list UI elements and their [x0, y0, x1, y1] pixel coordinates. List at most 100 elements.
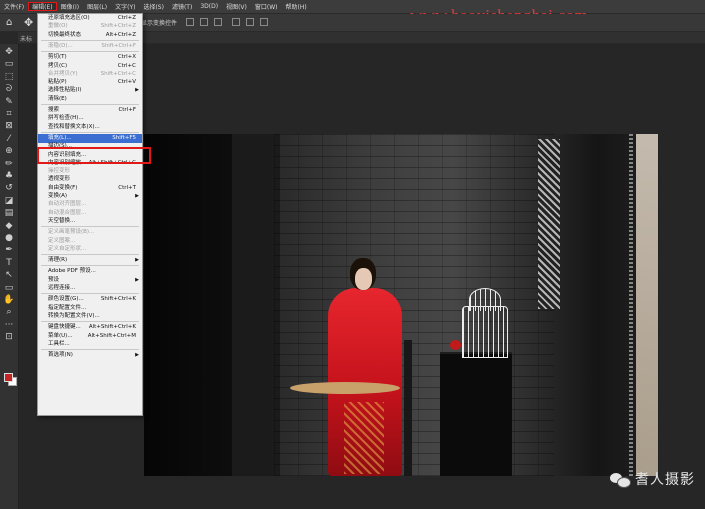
- menu-item-label: 清除(E): [48, 95, 67, 102]
- menu-separator: [41, 349, 139, 351]
- align-bottom-icon[interactable]: [214, 18, 222, 26]
- align-top-icon[interactable]: [186, 18, 194, 26]
- watermark-text: 耆人摄影: [635, 472, 695, 488]
- gradient-tool-icon[interactable]: ▤: [3, 208, 15, 218]
- blur-tool-icon[interactable]: ◆: [3, 221, 15, 231]
- frame-tool-icon[interactable]: ⊠: [3, 121, 15, 131]
- menu-item-label: 切换最终状态: [48, 31, 82, 38]
- menu-item-label: 首选项(N): [48, 352, 73, 359]
- wechat-icon: [610, 471, 631, 488]
- edit-menu-item[interactable]: 天空替换...: [38, 217, 142, 226]
- menu-item-label: 渐隐(D)...: [48, 42, 73, 49]
- menu-6[interactable]: 滤镜(T): [168, 2, 196, 11]
- tools-panel: ✥ ▭ ⬚ ᘐ ✎ ⌗ ⊠ ⁄ ⊕ ✏ ♣ ↺ ◪ ▤ ◆ ● ✒ T ↖ ▭ ✋ ⌕ ··· ⊡: [0, 44, 19, 509]
- menu-9[interactable]: 窗口(W): [251, 2, 282, 11]
- photo-chair: [404, 340, 412, 476]
- edit-menu-item[interactable]: 查找和替换文本(X)...: [38, 123, 142, 132]
- rectangle-tool-icon[interactable]: ▭: [3, 283, 15, 293]
- menu-separator: [41, 265, 139, 267]
- photo-bright-window: [636, 134, 658, 476]
- menu-1[interactable]: 编辑(E): [28, 2, 57, 11]
- folding-fan: [290, 382, 400, 394]
- clone-stamp-tool-icon[interactable]: ♣: [3, 171, 15, 181]
- edit-menu-item[interactable]: 工具栏...: [38, 340, 142, 349]
- menu-item-label: 定义自定形状...: [48, 245, 87, 252]
- lasso-tool-icon[interactable]: ᘐ: [3, 84, 15, 94]
- menu-separator: [41, 51, 139, 53]
- menu-item-shortcut: Shift+Ctrl+F: [101, 42, 136, 49]
- menu-item-label: 远程连接...: [48, 285, 76, 291]
- document-photo[interactable]: [144, 134, 659, 476]
- photo-apple: [450, 340, 461, 350]
- photo-pillar: [232, 134, 280, 476]
- move-tool-icon[interactable]: ✥: [24, 16, 33, 29]
- highlight-annotation-box: [37, 147, 151, 164]
- show-transform-controls-label[interactable]: 显示变换控件: [141, 18, 177, 27]
- menu-separator: [41, 254, 139, 256]
- edit-menu-item[interactable]: 清理(R) ▶: [38, 256, 142, 265]
- menu-item-label: 天空替换...: [48, 217, 76, 224]
- edit-menu-item[interactable]: 清除(E): [38, 95, 142, 104]
- align-middle-icon[interactable]: [200, 18, 208, 26]
- dress-pattern: [344, 402, 384, 474]
- menu-item-label: 清理(R): [48, 257, 68, 264]
- menu-4[interactable]: 文字(Y): [111, 2, 139, 11]
- menu-10[interactable]: 帮助(H): [282, 2, 311, 11]
- edit-menu-item: 定义自定形状...: [38, 245, 142, 254]
- edit-menu-item[interactable]: 转换为配置文件(V)...: [38, 312, 142, 321]
- pen-tool-icon[interactable]: ✒: [3, 245, 15, 255]
- move-tool-icon[interactable]: ✥: [3, 47, 15, 57]
- wechat-watermark: 耆人摄影: [610, 469, 695, 489]
- menu-separator: [41, 321, 139, 323]
- photo-side-table: [440, 352, 512, 476]
- more-tools-icon[interactable]: ···: [3, 320, 15, 330]
- eyedropper-tool-icon[interactable]: ⁄: [3, 134, 15, 144]
- brush-tool-icon[interactable]: ✏: [3, 159, 15, 169]
- quick-select-tool-icon[interactable]: ✎: [3, 97, 15, 107]
- eraser-tool-icon[interactable]: ◪: [3, 196, 15, 206]
- home-icon[interactable]: ⌂: [6, 17, 12, 28]
- distribute-icon[interactable]: [232, 18, 240, 26]
- menu-item-label: 工具栏...: [48, 340, 70, 347]
- dodge-tool-icon[interactable]: ●: [3, 233, 15, 243]
- menu-item-shortcut: Alt+Ctrl+Z: [105, 31, 136, 38]
- selection-marquee-edge: [629, 134, 633, 476]
- submenu-arrow-icon: ▶: [135, 257, 139, 264]
- path-select-tool-icon[interactable]: ↖: [3, 270, 15, 280]
- face: [355, 268, 372, 290]
- menu-item-label: 转换为配置文件(V)...: [48, 312, 100, 319]
- menu-separator: [41, 293, 139, 295]
- zoom-tool-icon[interactable]: ⌕: [3, 307, 15, 317]
- crop-tool-icon[interactable]: ⌗: [3, 109, 15, 119]
- menu-separator: [41, 226, 139, 228]
- marquee-tool-icon[interactable]: ⬚: [3, 72, 15, 82]
- menu-3[interactable]: 图层(L): [83, 2, 111, 11]
- type-tool-icon[interactable]: T: [3, 258, 15, 268]
- photo-birdcage: [462, 284, 508, 358]
- edit-menu-item: 渐隐(D)... Shift+Ctrl+F: [38, 42, 142, 51]
- distribute-v-icon[interactable]: [260, 18, 268, 26]
- menu-item-label: 查找和替换文本(X)...: [48, 123, 100, 130]
- artboard-tool-icon[interactable]: ▭: [3, 59, 15, 69]
- document-tab[interactable]: 未标: [20, 34, 32, 43]
- menu-2[interactable]: 图像(I): [57, 2, 83, 11]
- edit-menu-item[interactable]: 切换最终状态 Alt+Ctrl+Z: [38, 31, 142, 40]
- healing-tool-icon[interactable]: ⊕: [3, 146, 15, 156]
- menu-bar: 文件(F) 编辑(E) 图像(I) 图层(L) 文字(Y) 选择(S) 滤镜(T) 3D(D)…: [0, 0, 705, 14]
- hand-tool-icon[interactable]: ✋: [3, 295, 15, 305]
- edit-menu-item[interactable]: 远程连接...: [38, 284, 142, 293]
- distribute-h-icon[interactable]: [246, 18, 254, 26]
- birdcage-body: [462, 306, 508, 358]
- history-brush-tool-icon[interactable]: ↺: [3, 183, 15, 193]
- photo-lattice-window: [538, 139, 560, 309]
- menu-5[interactable]: 选择(S): [139, 2, 168, 11]
- menu-7[interactable]: 3D(D): [196, 3, 222, 10]
- edit-toolbar-icon[interactable]: ⊡: [3, 332, 15, 342]
- submenu-arrow-icon: ▶: [135, 352, 139, 359]
- menu-0[interactable]: 文件(F): [0, 2, 28, 11]
- edit-menu-item[interactable]: 首选项(N) ▶: [38, 351, 142, 360]
- menu-8[interactable]: 视图(V): [222, 2, 251, 11]
- foreground-color-swatch[interactable]: [4, 373, 13, 382]
- menu-separator: [41, 39, 139, 41]
- menu-separator: [41, 131, 139, 133]
